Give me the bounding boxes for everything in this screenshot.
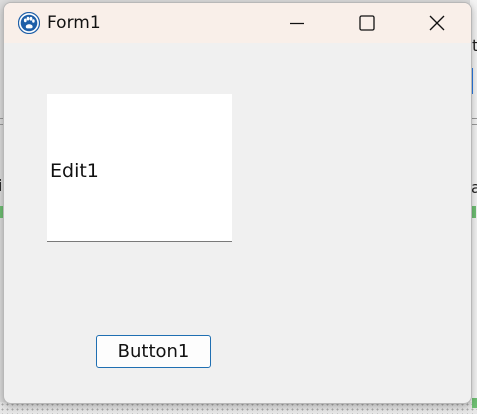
- edit1-value: Edit1: [50, 160, 99, 182]
- minimize-button[interactable]: [262, 3, 332, 43]
- minimize-icon: [290, 22, 304, 25]
- window-title: Form1: [47, 13, 101, 33]
- maximize-button[interactable]: [332, 3, 402, 43]
- close-button[interactable]: [402, 3, 471, 43]
- background-text-top-right: t: [472, 36, 477, 55]
- paw-icon[interactable]: [18, 12, 40, 34]
- background-green-marker-right: [472, 206, 476, 218]
- button1[interactable]: Button1: [96, 335, 211, 368]
- edit1-field[interactable]: Edit1: [47, 94, 232, 242]
- background-green-marker-bottom: [472, 398, 477, 408]
- title-bar[interactable]: Form1: [4, 3, 471, 43]
- maximize-icon: [359, 15, 375, 31]
- close-icon: [429, 15, 445, 31]
- form1-window: Form1 Edit1 Button1: [3, 2, 472, 404]
